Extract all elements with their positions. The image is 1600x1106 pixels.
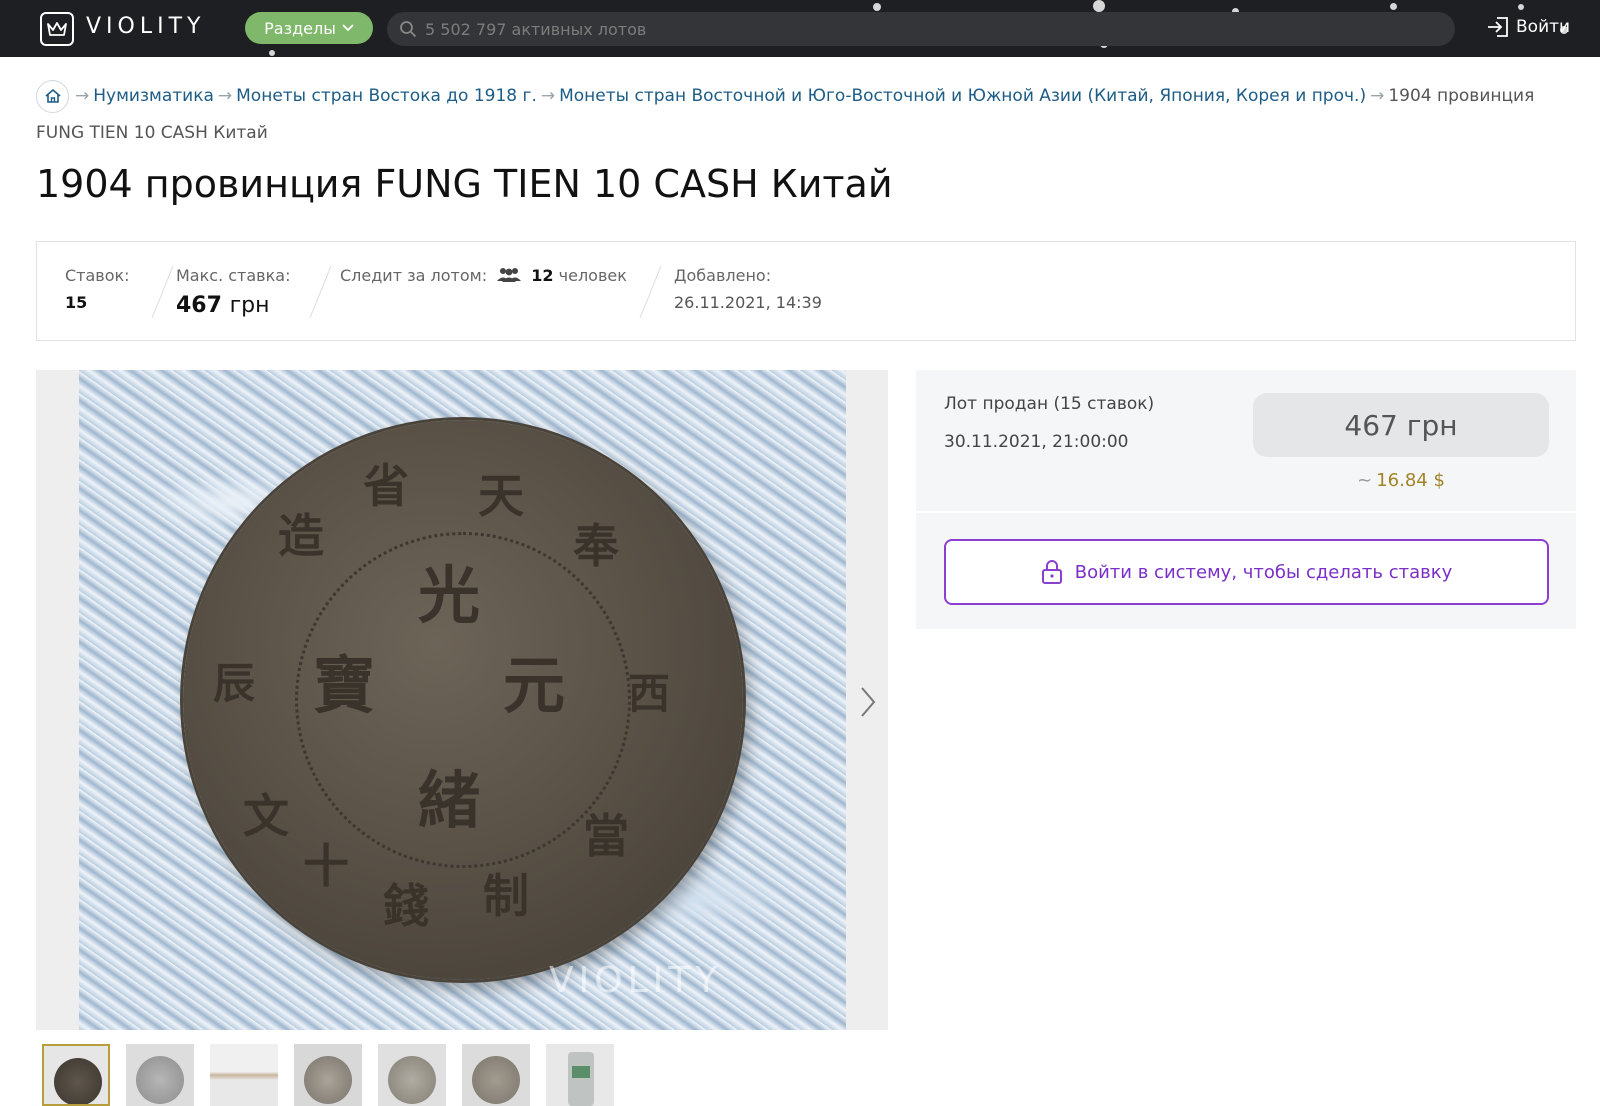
usd-tilde: ~ <box>1357 470 1373 491</box>
thumbnail[interactable] <box>210 1044 278 1106</box>
lot-stats: Ставок: 15 Макс. ставка: 467 грн Следит … <box>36 241 1576 341</box>
breadcrumb-arrow: → <box>217 86 233 106</box>
logo-icon[interactable] <box>40 12 74 46</box>
watchers-value: 12 <box>531 266 554 285</box>
people-icon <box>497 268 522 282</box>
final-price: 467 грн <box>1253 393 1549 457</box>
breadcrumb: → Нумизматика → Монеты стран Востока до 191… <box>36 78 1581 152</box>
coin-glyph: 文 <box>243 789 289 843</box>
coin-glyph: 省 <box>363 459 409 513</box>
breadcrumb-link-numismatics[interactable]: Нумизматика <box>93 86 214 106</box>
snowflake-decoration <box>1093 0 1105 12</box>
login-to-bid-button[interactable]: Войти в систему, чтобы сделать ставку <box>944 539 1549 605</box>
thumbnail[interactable] <box>462 1044 530 1106</box>
coin-glyph: 寶 <box>313 649 376 722</box>
search-input[interactable] <box>425 19 1425 39</box>
bids-label: Ставок: <box>65 266 130 285</box>
coin-glyph: 當 <box>583 809 629 863</box>
lock-icon <box>1041 560 1062 584</box>
watchers-label: Следит за лотом: <box>340 266 488 285</box>
added-label: Добавлено: <box>674 266 772 285</box>
login-to-bid-label: Войти в систему, чтобы сделать ставку <box>1074 561 1453 583</box>
crown-icon <box>47 22 67 36</box>
max-bid-label: Макс. ставка: <box>176 266 291 285</box>
snowflake-decoration <box>269 50 275 56</box>
max-bid-stat: Макс. ставка: 467 грн <box>176 266 290 318</box>
top-bar: VIOLITY Разделы Войти <box>0 0 1600 57</box>
search-bar[interactable] <box>387 12 1455 46</box>
added-value: 26.11.2021, 14:39 <box>674 293 822 312</box>
thumbnail[interactable] <box>546 1044 614 1106</box>
login-icon <box>1488 17 1508 37</box>
page-title: 1904 провинция FUNG TIEN 10 CASH Китай <box>36 162 893 206</box>
sold-date: 30.11.2021, 21:00:00 <box>944 432 1129 452</box>
coin-glyph: 天 <box>478 469 524 523</box>
coin-glyph: 制 <box>483 869 529 923</box>
next-image-arrow-icon[interactable] <box>856 682 880 722</box>
login-button[interactable]: Войти <box>1486 16 1570 38</box>
coin-glyph: 十 <box>303 839 349 893</box>
watermark-text: VIOLITY <box>549 960 723 1001</box>
usd-price-row: ~16.84 $ <box>1253 470 1549 491</box>
coin-glyph: 辰 <box>213 659 256 708</box>
sold-status: Лот продан (15 ставок) <box>944 394 1155 414</box>
sale-info-panel: Лот продан (15 ставок) 30.11.2021, 21:00… <box>916 370 1576 511</box>
watchers-stat: Следит за лотом: 12 человек <box>340 266 627 285</box>
logo-text[interactable]: VIOLITY <box>86 14 205 39</box>
coin-glyph: 光 <box>418 559 481 632</box>
usd-price: 16.84 $ <box>1376 470 1445 491</box>
max-bid-value: 467 <box>176 293 222 318</box>
coin-glyph: 奉 <box>573 519 619 573</box>
coin-image: 光 元 緒 寶 省 天 奉 造 西 辰 當 制 錢 十 文 <box>183 420 743 980</box>
login-label: Войти <box>1516 17 1571 37</box>
divider <box>309 265 332 319</box>
max-bid-value-row: 467 грн <box>176 293 290 318</box>
breadcrumb-link-east-coins[interactable]: Монеты стран Востока до 1918 г. <box>236 86 537 106</box>
snowflake-decoration <box>1518 4 1524 10</box>
max-bid-unit: грн <box>229 293 270 318</box>
added-stat: Добавлено: 26.11.2021, 14:39 <box>674 266 822 312</box>
search-icon <box>400 21 417 38</box>
coin-glyph: 錢 <box>383 879 429 933</box>
sections-button[interactable]: Разделы <box>245 12 373 44</box>
watchers-unit: человек <box>558 266 627 285</box>
breadcrumb-arrow: → <box>540 86 556 106</box>
lot-main-image[interactable]: 光 元 緒 寶 省 天 奉 造 西 辰 當 制 錢 十 文 VIOLITY <box>79 370 846 1030</box>
divider <box>639 265 662 319</box>
divider <box>151 265 174 319</box>
thumbnail[interactable] <box>294 1044 362 1106</box>
coin-glyph: 造 <box>278 509 324 563</box>
bid-login-panel: Войти в систему, чтобы сделать ставку <box>916 513 1576 629</box>
thumbnail[interactable] <box>42 1044 110 1106</box>
sections-label: Разделы <box>264 18 336 38</box>
home-icon[interactable] <box>36 79 69 113</box>
thumbnail[interactable] <box>126 1044 194 1106</box>
thumbnail[interactable] <box>378 1044 446 1106</box>
coin-glyph: 元 <box>503 649 566 722</box>
snowflake-decoration <box>873 3 881 11</box>
breadcrumb-arrow: → <box>1370 86 1385 106</box>
bids-value: 15 <box>65 293 88 312</box>
chevron-down-icon <box>342 24 354 32</box>
bids-stat: Ставок: 15 <box>65 266 130 312</box>
breadcrumb-arrow: → <box>75 86 90 106</box>
coin-glyph: 西 <box>628 669 671 718</box>
lot-gallery: 光 元 緒 寶 省 天 奉 造 西 辰 當 制 錢 十 文 VIOLITY <box>36 370 888 1030</box>
coin-glyph: 緒 <box>418 764 481 837</box>
snowflake-decoration <box>1390 3 1397 10</box>
breadcrumb-link-asia-coins[interactable]: Монеты стран Восточной и Юго-Восточной и… <box>559 86 1366 106</box>
